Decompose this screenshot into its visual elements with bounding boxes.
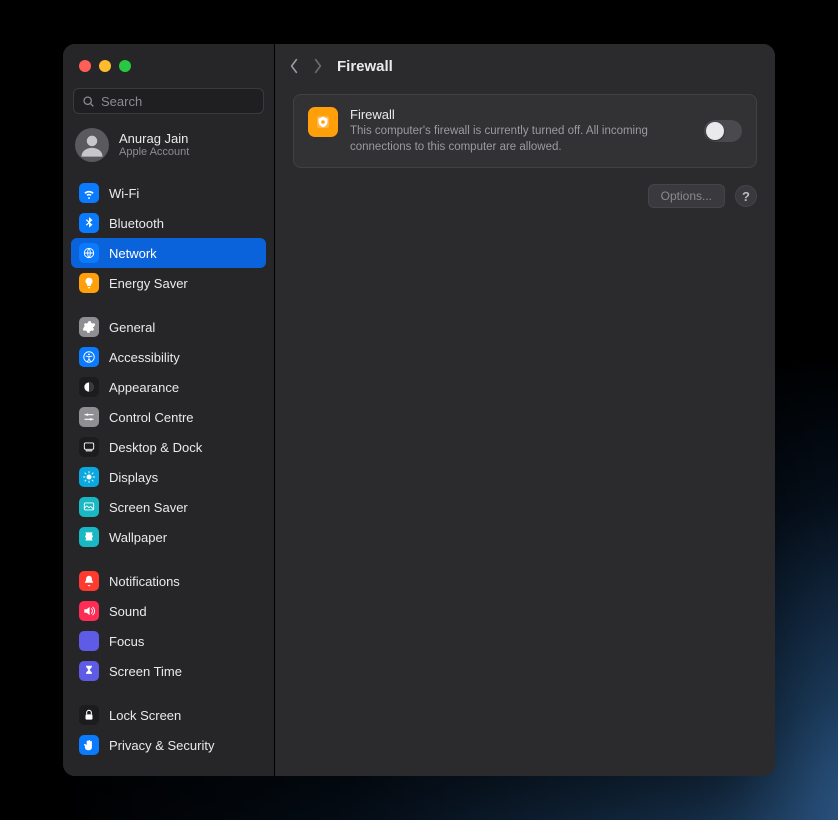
sidebar-item-wallpaper[interactable]: Wallpaper: [71, 522, 266, 552]
sidebar-item-sound[interactable]: Sound: [71, 596, 266, 626]
sidebar-item-notifications[interactable]: Notifications: [71, 566, 266, 596]
search-icon: [82, 95, 95, 108]
sidebar-item-general[interactable]: General: [71, 312, 266, 342]
globe-icon: [79, 243, 99, 263]
back-button[interactable]: [289, 58, 299, 74]
sidebar-item-label: Network: [109, 246, 157, 261]
sidebar-item-label: Focus: [109, 634, 144, 649]
displays-icon: [79, 467, 99, 487]
sidebar-item-label: Control Centre: [109, 410, 194, 425]
help-button[interactable]: ?: [735, 185, 757, 207]
sidebar-item-privacy-security[interactable]: Privacy & Security: [71, 730, 266, 760]
wifi-icon: [79, 183, 99, 203]
options-button[interactable]: Options...: [648, 184, 725, 208]
sidebar-item-label: Sound: [109, 604, 147, 619]
sidebar: Anurag Jain Apple Account Wi-Fi Bluetooth…: [63, 44, 275, 776]
sidebar-item-label: Screen Time: [109, 664, 182, 679]
sidebar-item-label: Wi-Fi: [109, 186, 139, 201]
account-name: Anurag Jain: [119, 132, 189, 147]
sidebar-item-displays[interactable]: Displays: [71, 462, 266, 492]
bluetooth-icon: [79, 213, 99, 233]
sidebar-item-label: Energy Saver: [109, 276, 188, 291]
page-title: Firewall: [337, 58, 393, 75]
bulb-icon: [79, 273, 99, 293]
sidebar-item-label: Desktop & Dock: [109, 440, 202, 455]
sidebar-item-label: Screen Saver: [109, 500, 188, 515]
accessibility-icon: [79, 347, 99, 367]
avatar: [75, 128, 109, 162]
sidebar-item-screen-saver[interactable]: Screen Saver: [71, 492, 266, 522]
sidebar-item-label: General: [109, 320, 155, 335]
main-pane: Firewall Firewall This computer's firewa…: [275, 44, 775, 776]
sidebar-item-desktop-dock[interactable]: Desktop & Dock: [71, 432, 266, 462]
sidebar-item-screen-time[interactable]: Screen Time: [71, 656, 266, 686]
hourglass-icon: [79, 661, 99, 681]
topbar: Firewall: [275, 44, 775, 88]
sidebar-item-wi-fi[interactable]: Wi-Fi: [71, 178, 266, 208]
sidebar-item-energy-saver[interactable]: Energy Saver: [71, 268, 266, 298]
fullscreen-window-button[interactable]: [119, 60, 131, 72]
search-input[interactable]: [101, 94, 255, 109]
sidebar-item-appearance[interactable]: Appearance: [71, 372, 266, 402]
sidebar-list[interactable]: Wi-Fi Bluetooth Network Energy Saver General…: [63, 176, 274, 776]
firewall-card-desc: This computer's firewall is currently tu…: [350, 124, 686, 155]
sidebar-item-account[interactable]: Anurag Jain Apple Account: [63, 122, 274, 176]
sidebar-item-label: Appearance: [109, 380, 179, 395]
moon-icon: [79, 631, 99, 651]
forward-button[interactable]: [313, 58, 323, 74]
screensaver-icon: [79, 497, 99, 517]
sidebar-item-label: Accessibility: [109, 350, 180, 365]
account-subtitle: Apple Account: [119, 146, 189, 158]
sidebar-item-network[interactable]: Network: [71, 238, 266, 268]
sidebar-item-accessibility[interactable]: Accessibility: [71, 342, 266, 372]
sidebar-item-focus[interactable]: Focus: [71, 626, 266, 656]
window-controls: [63, 44, 274, 88]
settings-window: Anurag Jain Apple Account Wi-Fi Bluetooth…: [63, 44, 775, 776]
wallpaper-icon: [79, 527, 99, 547]
search-field-container[interactable]: [73, 88, 264, 114]
sidebar-item-label: Privacy & Security: [109, 738, 214, 753]
close-window-button[interactable]: [79, 60, 91, 72]
hand-icon: [79, 735, 99, 755]
toggle-knob: [706, 122, 724, 140]
firewall-toggle[interactable]: [704, 120, 742, 142]
sidebar-item-label: Bluetooth: [109, 216, 164, 231]
minimize-window-button[interactable]: [99, 60, 111, 72]
sidebar-item-lock-screen[interactable]: Lock Screen: [71, 700, 266, 730]
sidebar-item-label: Notifications: [109, 574, 180, 589]
sidebar-item-label: Displays: [109, 470, 158, 485]
dock-icon: [79, 437, 99, 457]
lock-icon: [79, 705, 99, 725]
appearance-icon: [79, 377, 99, 397]
firewall-card-title: Firewall: [350, 107, 686, 122]
sidebar-item-label: Wallpaper: [109, 530, 167, 545]
firewall-card: Firewall This computer's firewall is cur…: [293, 94, 757, 168]
speaker-icon: [79, 601, 99, 621]
gear-icon: [79, 317, 99, 337]
sidebar-item-bluetooth[interactable]: Bluetooth: [71, 208, 266, 238]
sidebar-item-control-centre[interactable]: Control Centre: [71, 402, 266, 432]
sliders-icon: [79, 407, 99, 427]
sidebar-item-label: Lock Screen: [109, 708, 181, 723]
bell-icon: [79, 571, 99, 591]
firewall-icon: [308, 107, 338, 137]
